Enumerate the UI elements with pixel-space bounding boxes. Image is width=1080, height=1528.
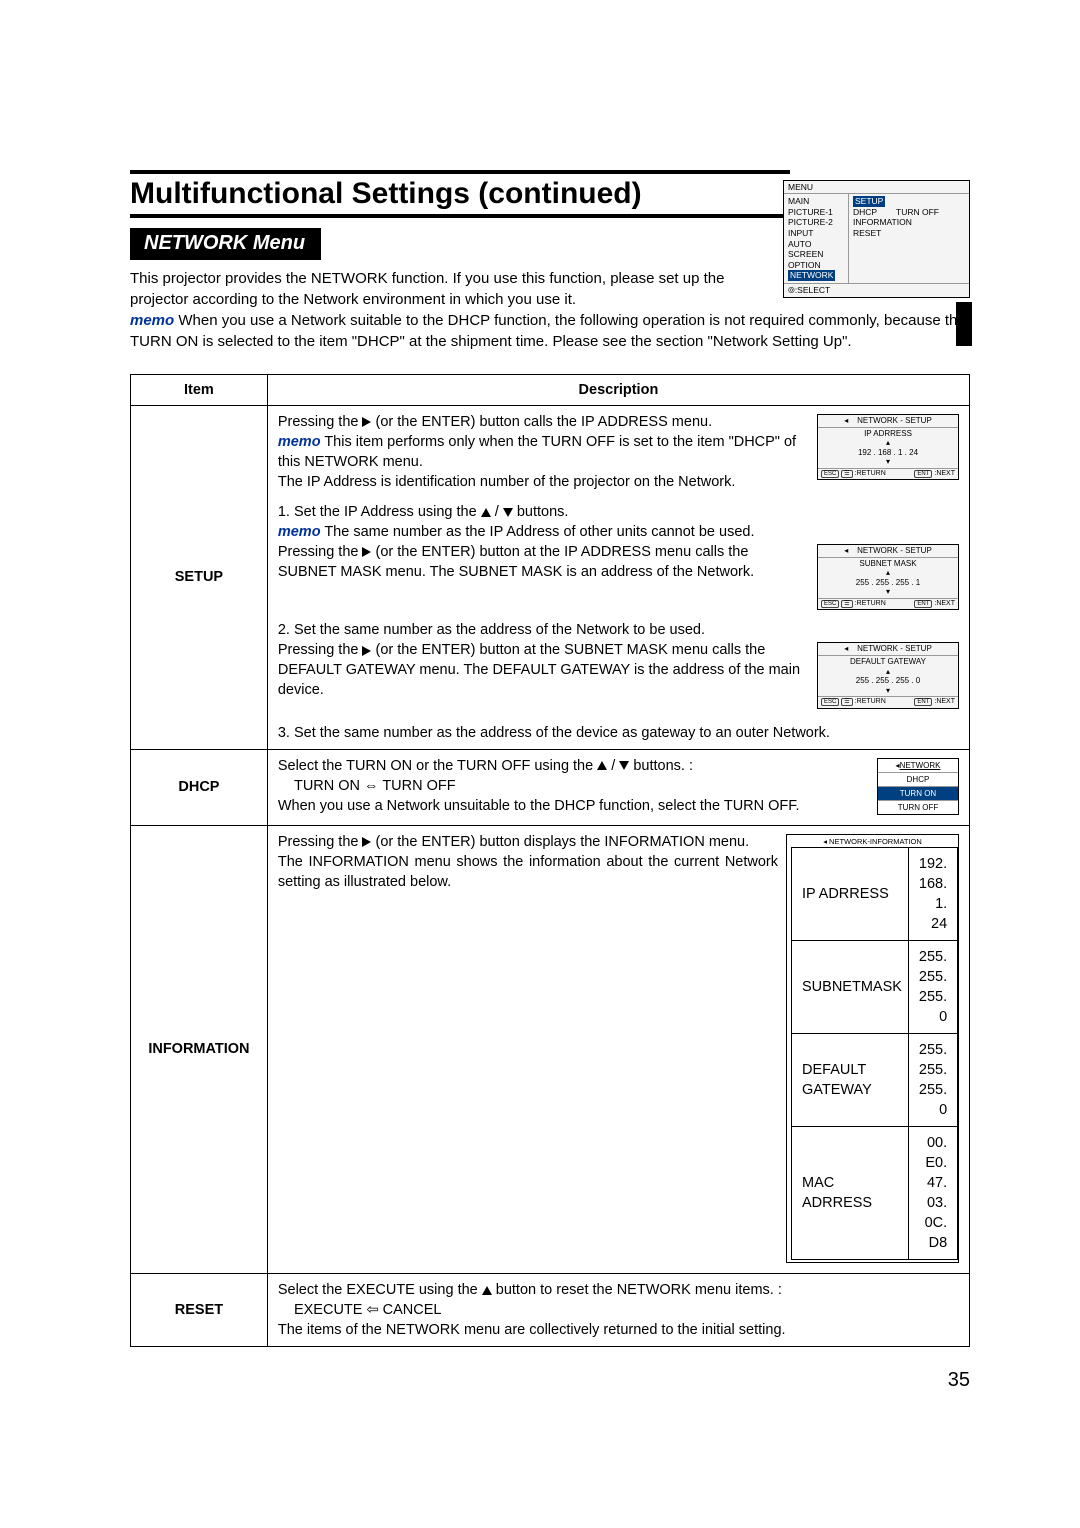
table-header-item: Item (131, 375, 268, 406)
osd-item: MAIN (788, 196, 844, 207)
osd-dhcp-box: ◂NETWORK DHCP TURN ON TURN OFF (877, 758, 959, 815)
row-dhcp-label: DHCP (131, 749, 268, 825)
osd-item: PICTURE-2 (788, 217, 844, 228)
osd-menu-footer: ⦾:SELECT (784, 283, 969, 297)
row-reset-desc: Select the EXECUTE using the button to r… (267, 1273, 969, 1346)
osd-item: OPTION (788, 260, 844, 271)
osd-subnet-mask-box: ◂ NETWORK - SETUP SUBNET MASK ▴ 255 . 25… (817, 544, 959, 610)
osd-item: DHCP (853, 207, 877, 217)
select-icon: ⦾ (788, 285, 795, 295)
page-number: 35 (130, 1369, 970, 1392)
osd-item: INPUT (788, 228, 844, 239)
osd-menu-left-col: MAIN PICTURE-1 PICTURE-2 INPUT AUTO SCRE… (784, 194, 849, 283)
osd-item: RESET (853, 228, 965, 239)
description-table: Item Description SETUP ◂ NETWORK - SETUP… (130, 374, 970, 1347)
row-setup-label: SETUP (131, 406, 268, 750)
osd-item: PICTURE-1 (788, 207, 844, 218)
osd-menu-right-col: SETUP DHCP TURN OFF INFORMATION RESET (849, 194, 969, 283)
row-setup-desc: ◂ NETWORK - SETUP IP ADRRESS ▴ 192 . 168… (267, 406, 969, 750)
page: Multifunctional Settings (continued) MEN… (0, 0, 1080, 1452)
osd-item-selected: NETWORK (788, 270, 835, 281)
osd-item-value: TURN OFF (896, 207, 939, 217)
osd-item: SCREEN (788, 249, 844, 260)
up-arrow-icon (481, 508, 491, 517)
osd-item: AUTO (788, 239, 844, 250)
row-information-desc: ◂ NETWORK-INFORMATION IP ADRRESS192. 168… (267, 825, 969, 1273)
subsection-label: NETWORK Menu (130, 228, 321, 260)
toggle-text: EXECUTE ⇦ CANCEL (294, 1302, 442, 1318)
row-dhcp-desc: ◂NETWORK DHCP TURN ON TURN OFF Select th… (267, 749, 969, 825)
table-header-description: Description (267, 375, 969, 406)
chapter-side-tab (956, 302, 972, 346)
row-information-label: INFORMATION (131, 825, 268, 1273)
section-title-bar: Multifunctional Settings (continued) (130, 170, 790, 218)
section-title: Multifunctional Settings (continued) (130, 177, 642, 210)
memo-label: memo (278, 524, 321, 540)
memo-label: memo (278, 434, 321, 450)
down-arrow-icon (503, 508, 513, 517)
up-arrow-icon (597, 761, 607, 770)
osd-item: INFORMATION (853, 217, 965, 228)
down-arrow-icon (619, 761, 629, 770)
osd-menu-title: MENU (784, 181, 969, 194)
osd-item-selected: SETUP (853, 196, 885, 207)
row-reset-label: RESET (131, 1273, 268, 1346)
up-arrow-icon (482, 1286, 492, 1295)
osd-menu-screenshot: MENU MAIN PICTURE-1 PICTURE-2 INPUT AUTO… (783, 180, 970, 298)
osd-default-gateway-box: ◂ NETWORK - SETUP DEFAULT GATEWAY ▴ 255 … (817, 642, 959, 708)
memo-label: memo (130, 312, 174, 329)
osd-information-box: ◂ NETWORK-INFORMATION IP ADRRESS192. 168… (786, 834, 959, 1263)
osd-ip-address-box: ◂ NETWORK - SETUP IP ADRRESS ▴ 192 . 168… (817, 414, 959, 480)
toggle-text: TURN ON ⇔ TURN OFF (294, 778, 456, 794)
